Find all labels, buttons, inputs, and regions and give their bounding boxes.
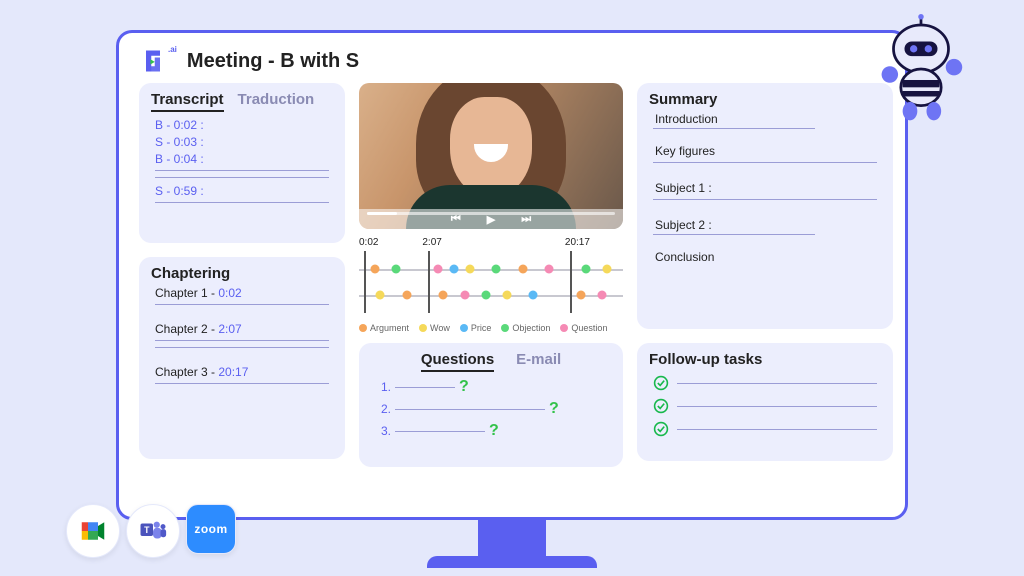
question-row[interactable]: 2.?	[381, 400, 601, 418]
task-row[interactable]	[653, 421, 877, 437]
summary-row[interactable]: Subject 2 :	[655, 218, 881, 232]
robot-mascot	[866, 14, 976, 134]
video-controls: ⏮ ▶ ⏭	[359, 209, 623, 229]
tab-email[interactable]: E-mail	[516, 351, 561, 372]
summary-row[interactable]: Subject 1 :	[655, 181, 881, 195]
summary-card: Summary Introduction Key figures Subject…	[637, 83, 893, 329]
questions-card: Questions E-mail 1.? 2.? 3.?	[359, 343, 623, 467]
summary-row[interactable]: Conclusion	[655, 250, 881, 264]
question-row[interactable]: 1.?	[381, 378, 601, 396]
check-icon	[653, 375, 669, 391]
svg-text:T: T	[144, 525, 150, 535]
check-icon	[653, 398, 669, 414]
question-mark-icon: ?	[489, 422, 499, 440]
timeline: 0:02 2:07 20:17	[359, 237, 623, 333]
summary-row[interactable]: Introduction	[655, 112, 881, 126]
tab-transcript[interactable]: Transcript	[151, 91, 224, 112]
chaptering-title: Chaptering	[151, 265, 333, 282]
transcript-card: Transcript Traduction B - 0:02 : S - 0:0…	[139, 83, 345, 243]
ms-teams-icon: T	[126, 504, 180, 558]
timeline-legend: Argument Wow Price Objection Question	[359, 323, 623, 333]
task-row[interactable]	[653, 375, 877, 391]
followup-title: Follow-up tasks	[649, 351, 881, 368]
page-title: Meeting - B with S	[187, 50, 359, 73]
zoom-icon: zoom	[186, 504, 236, 554]
video-progress[interactable]	[367, 212, 615, 215]
app-screen: .ai Meeting - B with S Transcript Traduc…	[116, 30, 908, 520]
timeline-label: 0:02	[359, 237, 378, 248]
tab-questions[interactable]: Questions	[421, 351, 494, 372]
question-row[interactable]: 3.?	[381, 422, 601, 440]
transcript-row[interactable]: S - 0:59 :	[155, 184, 333, 198]
video-player[interactable]: ⏮ ▶ ⏭	[359, 83, 623, 229]
timeline-label: 2:07	[422, 237, 441, 248]
monitor-frame: .ai Meeting - B with S Transcript Traduc…	[116, 30, 908, 520]
app-logo: .ai	[139, 47, 177, 75]
transcript-row[interactable]: B - 0:02 :	[155, 118, 333, 132]
chaptering-card: Chaptering Chapter 1 - 0:02 Chapter 2 - …	[139, 257, 345, 459]
question-mark-icon: ?	[459, 378, 469, 396]
timeline-label: 20:17	[565, 237, 590, 248]
integration-badges: T zoom	[66, 504, 236, 558]
chapter-row[interactable]: Chapter 2 - 2:07	[155, 322, 333, 336]
google-meet-icon	[66, 504, 120, 558]
summary-row[interactable]: Key figures	[655, 144, 881, 158]
chapter-row[interactable]: Chapter 1 - 0:02	[155, 286, 333, 300]
task-row[interactable]	[653, 398, 877, 414]
chapter-row[interactable]: Chapter 3 - 20:17	[155, 365, 333, 379]
transcript-row[interactable]: B - 0:04 :	[155, 152, 333, 166]
question-mark-icon: ?	[549, 400, 559, 418]
followup-card: Follow-up tasks	[637, 343, 893, 461]
timeline-tracks[interactable]	[359, 253, 623, 311]
summary-title: Summary	[649, 91, 881, 108]
header: .ai Meeting - B with S	[139, 47, 885, 75]
transcript-row[interactable]: S - 0:03 :	[155, 135, 333, 149]
check-icon	[653, 421, 669, 437]
tab-traduction[interactable]: Traduction	[238, 91, 315, 112]
